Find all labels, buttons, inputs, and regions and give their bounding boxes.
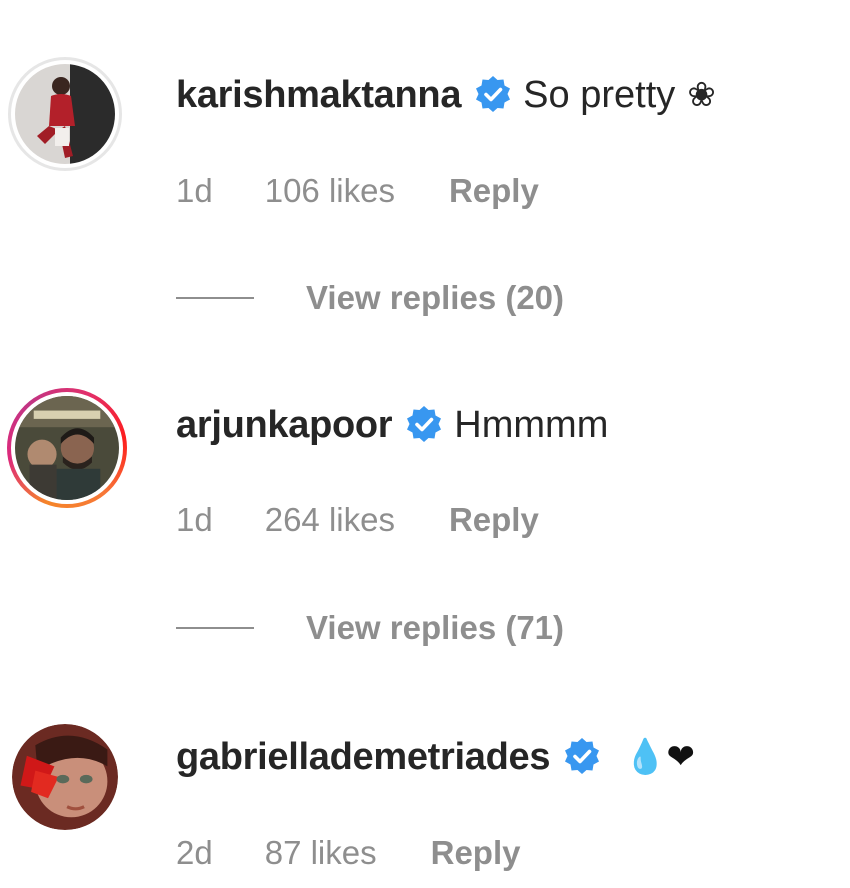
view-replies-divider bbox=[176, 627, 254, 629]
avatar-image-gabriellademe­triades bbox=[12, 724, 118, 830]
reply-button[interactable]: Reply bbox=[431, 834, 521, 872]
comment-main-line: arjunkapoor Hmmmm bbox=[176, 395, 608, 455]
verified-badge-icon bbox=[404, 405, 444, 445]
comment-time: 1d bbox=[176, 501, 213, 538]
comment-meta: 2d 87 likes Reply bbox=[176, 828, 520, 878]
comment-time: 1d bbox=[176, 172, 213, 209]
avatar[interactable] bbox=[7, 388, 127, 508]
view-replies-label: View replies (71) bbox=[306, 609, 565, 646]
username[interactable]: karishmaktanna bbox=[176, 74, 461, 117]
view-replies-divider bbox=[176, 297, 254, 299]
avatar[interactable] bbox=[8, 57, 122, 171]
comment-meta: 1d 264 likes Reply bbox=[176, 495, 539, 545]
avatar-image-arjunkapoor bbox=[15, 396, 119, 500]
reply-button[interactable]: Reply bbox=[449, 172, 539, 210]
drop-heart-emoji-icon: 💧❤ bbox=[624, 738, 695, 776]
likes-count[interactable]: 87 likes bbox=[265, 834, 377, 872]
comment-main-line: gabriellademe­triades 💧❤ bbox=[176, 727, 695, 787]
comment-text: Hmmmm bbox=[454, 403, 609, 446]
flower-emoji-icon: ❀ bbox=[687, 76, 716, 114]
reply-button[interactable]: Reply bbox=[449, 501, 539, 539]
likes-count[interactable]: 264 likes bbox=[265, 501, 395, 539]
avatar-image-karishmaktanna bbox=[15, 64, 115, 164]
verified-badge-icon bbox=[473, 75, 513, 115]
comment-text: So pretty bbox=[523, 73, 676, 116]
verified-badge-icon bbox=[562, 737, 602, 777]
view-replies-button[interactable]: View replies (20) bbox=[176, 273, 564, 323]
view-replies-label: View replies (20) bbox=[306, 279, 565, 316]
likes-count[interactable]: 106 likes bbox=[265, 172, 395, 210]
comment-time: 2d bbox=[176, 834, 213, 871]
comment-main-line: karishmaktanna So pretty ❀ bbox=[176, 65, 716, 125]
avatar[interactable] bbox=[12, 724, 118, 830]
view-replies-button[interactable]: View replies (71) bbox=[176, 603, 564, 653]
comment-meta: 1d 106 likes Reply bbox=[176, 166, 539, 216]
username[interactable]: arjunkapoor bbox=[176, 404, 393, 447]
username[interactable]: gabriellademe­triades bbox=[176, 736, 550, 779]
